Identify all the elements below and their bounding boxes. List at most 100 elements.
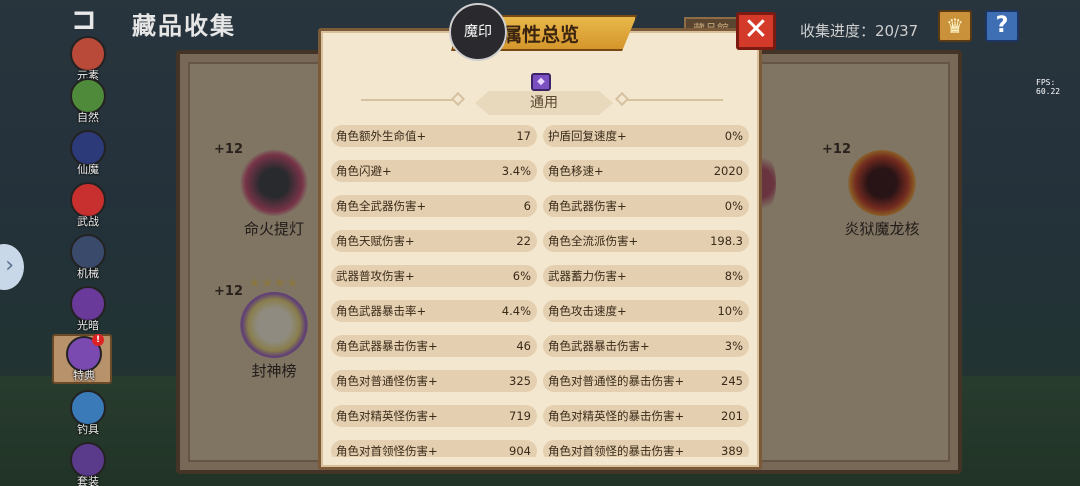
stat-row: 武器普攻伤害+ 6% (331, 265, 537, 287)
stat-row: 角色闪避+ 3.4% (331, 160, 537, 182)
stat-row: 角色对精英怪的暴击伤害+ 201 (543, 405, 749, 427)
stat-row: 角色对首领怪的暴击伤害+ 389 (543, 440, 749, 457)
stat-value: 46 (516, 339, 531, 353)
sidebar-item-martial[interactable]: 武战 (64, 182, 112, 230)
stat-value: 3.4% (501, 164, 531, 178)
close-button[interactable]: ✕ (736, 12, 776, 50)
stat-label: 角色对精英怪的暴击伤害+ (548, 409, 685, 423)
stat-value: 0% (724, 129, 743, 143)
stat-row: 护盾回复速度+ 0% (543, 125, 749, 147)
sidebar-item-machine[interactable]: 机械 (64, 234, 112, 282)
sidebar-item-element[interactable]: 元素 (64, 36, 112, 84)
stat-value: 198.3 (710, 234, 743, 248)
stat-value: 10% (717, 304, 743, 318)
stat-label: 角色移速+ (548, 164, 604, 178)
stats-list[interactable]: 角色额外生命值+ 17 角色闪避+ 3.4% 角色全武器伤害+ 6 角色天赋伤害+ 22 武器普… (331, 125, 751, 457)
stat-value: 6 (523, 199, 531, 213)
stat-label: 角色攻击速度+ (548, 304, 627, 318)
sidebar-item-label: 自然 (77, 111, 99, 124)
stat-row: 角色对普通怪的暴击伤害+ 245 (543, 370, 749, 392)
stat-value: 245 (721, 374, 743, 388)
sidebar-item-label: 仙魔 (77, 163, 99, 176)
sidebar-item-label: 特典 (73, 369, 95, 382)
divider (627, 99, 723, 101)
stat-label: 武器蓄力伤害+ (548, 269, 627, 283)
stat-value: 4.4% (501, 304, 531, 318)
stat-value: 22 (516, 234, 531, 248)
back-arrow-icon: ⊐ (71, 2, 97, 37)
collection-progress: 收集进度：20/37 (800, 22, 919, 40)
stat-row: 角色天赋伤害+ 22 (331, 230, 537, 252)
attribute-overview-modal: 属性总览 魔印 ◆ 通用 角色额外生命值+ 17 角色闪避+ 3.4% 角色全武器伤害+… (318, 3, 762, 470)
stat-row: 武器蓄力伤害+ 8% (543, 265, 749, 287)
sidebar-item-label: 机械 (77, 267, 99, 280)
stat-row: 角色对普通怪伤害+ 325 (331, 370, 537, 392)
stat-label: 角色对精英怪伤害+ (336, 409, 438, 423)
sidebar-item-light-dark[interactable]: 光暗 (64, 286, 112, 334)
stat-row: 角色对精英怪伤害+ 719 (331, 405, 537, 427)
stat-row: 角色武器暴击率+ 4.4% (331, 300, 537, 322)
stat-label: 角色额外生命值+ (336, 129, 427, 143)
diamond-ornament-icon (450, 91, 466, 107)
stat-value: 325 (509, 374, 531, 388)
stat-row: 角色全流派伤害+ 198.3 (543, 230, 749, 252)
fps-counter: FPS: 60.22 (1036, 78, 1061, 96)
stat-row: 角色额外生命值+ 17 (331, 125, 537, 147)
sidebar-item-label: 武战 (77, 215, 99, 228)
stat-row: 角色移速+ 2020 (543, 160, 749, 182)
notification-badge: ! (92, 334, 104, 346)
chevron-right-icon: › (5, 253, 14, 278)
stat-label: 角色对首领怪伤害+ (336, 444, 438, 457)
stat-label: 角色天赋伤害+ (336, 234, 415, 248)
modal-title: 属性总览 (503, 24, 580, 46)
sidebar-item-immortal-demon[interactable]: 仙魔 (64, 130, 112, 178)
stat-label: 角色对普通怪的暴击伤害+ (548, 374, 685, 388)
stat-value: 389 (721, 444, 743, 457)
stat-value: 0% (724, 199, 743, 213)
stat-label: 角色对普通怪伤害+ (336, 374, 438, 388)
crown-button[interactable]: ♛ (938, 10, 972, 42)
stat-label: 角色武器暴击伤害+ (548, 339, 650, 353)
stat-label: 武器普攻伤害+ (336, 269, 415, 283)
stat-row: 角色全武器伤害+ 6 (331, 195, 537, 217)
sidebar-item-set[interactable]: 套装 (64, 442, 112, 486)
stat-value: 719 (509, 409, 531, 423)
stat-label: 角色全流派伤害+ (548, 234, 639, 248)
stat-label: 角色武器暴击伤害+ (336, 339, 438, 353)
sidebar-item-fishing[interactable]: 钓具 (64, 390, 112, 438)
stat-row: 角色对首领怪伤害+ 904 (331, 440, 537, 457)
stat-value: 3% (724, 339, 743, 353)
stat-label: 角色武器伤害+ (548, 199, 627, 213)
sidebar-item-label: 钓具 (77, 423, 99, 436)
stat-row: 角色武器伤害+ 0% (543, 195, 749, 217)
close-x-icon: ✕ (743, 12, 769, 47)
stat-label: 护盾回复速度+ (548, 129, 627, 143)
sidebar-item-label: 套装 (77, 475, 99, 486)
category-sidebar: 元素 自然 仙魔 武战 机械 光暗 ! 特典 钓具 套装 (52, 36, 118, 486)
section-tab-general: 通用 (475, 91, 613, 115)
stat-row: 角色武器暴击伤害+ 46 (331, 335, 537, 357)
stat-row: 角色武器暴击伤害+ 3% (543, 335, 749, 357)
sidebar-item-nature[interactable]: 自然 (64, 78, 112, 126)
stat-value: 17 (516, 129, 531, 143)
gem-icon: ◆ (531, 73, 551, 91)
stat-value: 201 (721, 409, 743, 423)
stat-row: 角色攻击速度+ 10% (543, 300, 749, 322)
stat-label: 角色对首领怪的暴击伤害+ (548, 444, 685, 457)
stat-value: 6% (512, 269, 531, 283)
crown-icon: ♛ (946, 14, 964, 38)
help-icon: ? (995, 13, 1009, 38)
stat-value: 2020 (713, 164, 743, 178)
stat-label: 角色闪避+ (336, 164, 392, 178)
back-button[interactable]: ⊐ (58, 5, 110, 36)
help-button[interactable]: ? (985, 10, 1019, 42)
stat-value: 904 (509, 444, 531, 457)
stat-label: 角色全武器伤害+ (336, 199, 427, 213)
sidebar-item-special[interactable]: ! 特典 (52, 334, 112, 384)
stat-value: 8% (724, 269, 743, 283)
divider (361, 99, 457, 101)
page-title: 藏品收集 (132, 12, 236, 40)
sidebar-item-label: 光暗 (77, 319, 99, 332)
stat-label: 角色武器暴击率+ (336, 304, 427, 318)
seal-badge: 魔印 (449, 3, 507, 61)
